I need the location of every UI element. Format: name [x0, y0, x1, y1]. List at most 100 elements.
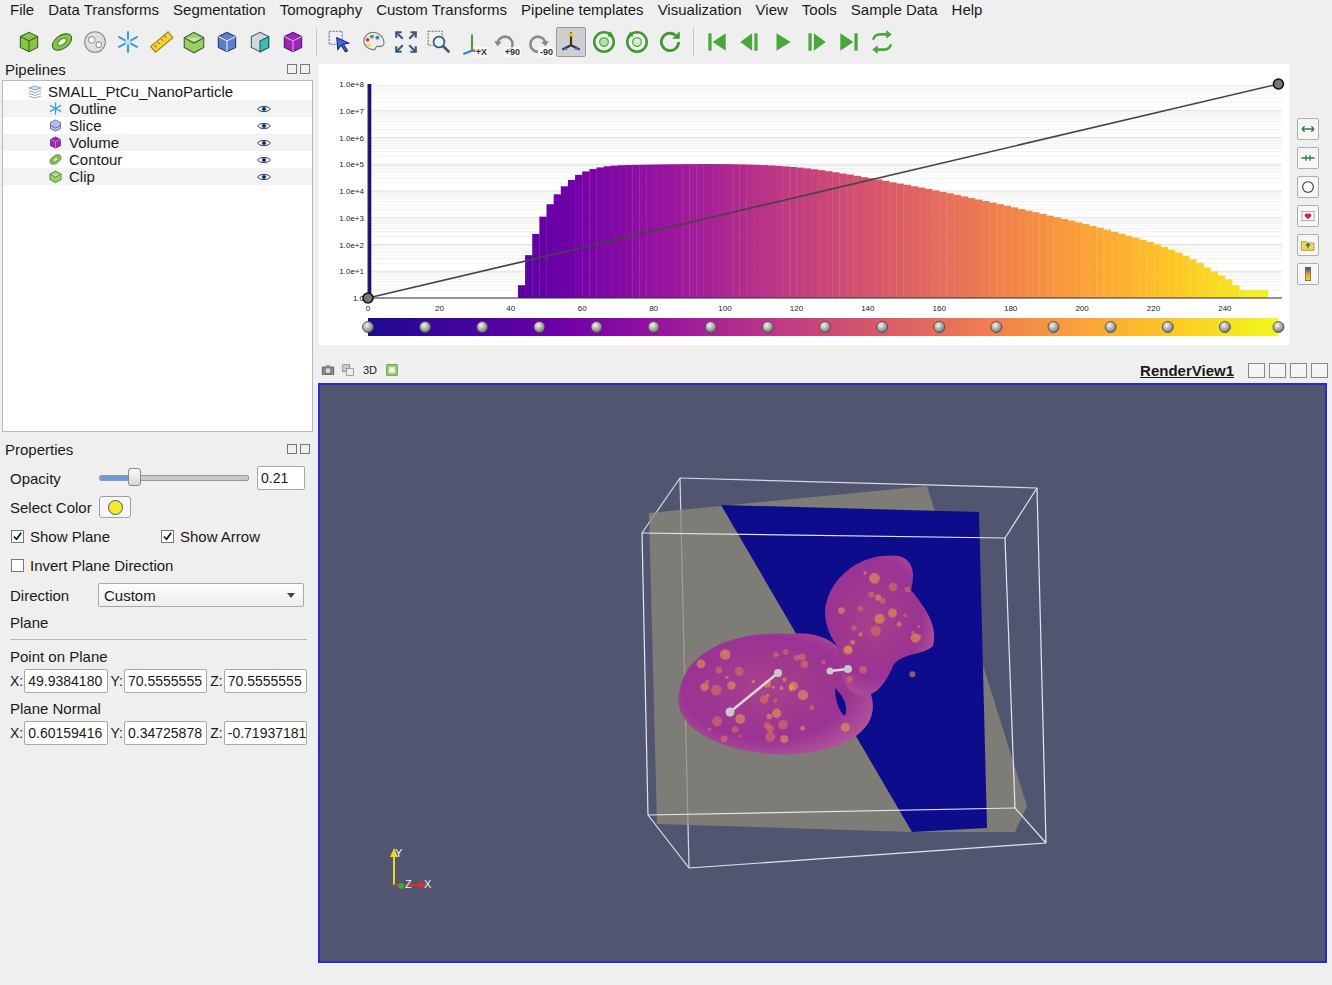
- checkbox-field[interactable]: Show Arrow: [161, 528, 260, 545]
- coordinate-input[interactable]: 0.60159416: [24, 721, 107, 745]
- maximize-button[interactable]: [1290, 363, 1307, 378]
- split-horizontal-button[interactable]: [1248, 363, 1265, 378]
- colormap-node[interactable]: [762, 322, 773, 333]
- histogram-svg[interactable]: 1.0e+81.0e+71.0e+61.0e+51.0e+41.0e+31.0e…: [319, 64, 1289, 345]
- colormap-node[interactable]: [820, 322, 831, 333]
- toolbar-button[interactable]: -90: [523, 27, 553, 57]
- slider-handle[interactable]: [128, 468, 141, 486]
- toolbar-button[interactable]: [801, 27, 831, 57]
- toolbar-button[interactable]: [212, 27, 242, 57]
- checkbox-field[interactable]: Show Plane: [11, 528, 161, 545]
- colormap-node[interactable]: [363, 322, 374, 333]
- colormap-node[interactable]: [648, 322, 659, 333]
- menu-item[interactable]: File: [3, 0, 41, 20]
- colormap-node[interactable]: [934, 322, 945, 333]
- colormap-bar[interactable]: [368, 318, 1278, 336]
- toolbar-button[interactable]: [146, 27, 176, 57]
- plane-arrow[interactable]: [726, 665, 853, 717]
- split-button[interactable]: [340, 362, 356, 378]
- color-button[interactable]: [99, 496, 131, 518]
- colormap-node[interactable]: [477, 322, 488, 333]
- opacity-function[interactable]: [368, 84, 1278, 298]
- menu-item[interactable]: Help: [945, 0, 990, 20]
- histogram-button[interactable]: [1297, 205, 1319, 227]
- toolbar-button[interactable]: [14, 27, 44, 57]
- visibility-toggle[interactable]: [256, 119, 272, 133]
- colormap-node[interactable]: [1162, 322, 1173, 333]
- direction-combobox[interactable]: Custom: [98, 583, 304, 607]
- visibility-toggle[interactable]: [256, 170, 272, 184]
- toolbar-button[interactable]: [80, 27, 110, 57]
- split-vertical-button[interactable]: [1269, 363, 1286, 378]
- render-view[interactable]: YZX: [318, 383, 1327, 963]
- coordinate-input[interactable]: 70.5555555: [224, 669, 307, 693]
- close-button[interactable]: [300, 444, 310, 454]
- coordinate-input[interactable]: 70.5555555: [124, 669, 207, 693]
- opacity-point[interactable]: [363, 293, 373, 303]
- toolbar-button[interactable]: [113, 27, 143, 57]
- colormap-node[interactable]: [420, 322, 431, 333]
- tree-row[interactable]: Slice: [3, 117, 312, 134]
- menu-item[interactable]: Segmentation: [166, 0, 273, 20]
- toolbar-button[interactable]: [179, 27, 209, 57]
- close-button[interactable]: [300, 64, 310, 74]
- toolbar-button[interactable]: [622, 27, 652, 57]
- menu-item[interactable]: View: [749, 0, 795, 20]
- checkbox[interactable]: [11, 559, 24, 572]
- toolbar-button[interactable]: [358, 27, 388, 57]
- toolbar-button[interactable]: [47, 27, 77, 57]
- histogram-button[interactable]: [1297, 118, 1319, 140]
- histogram-button[interactable]: [1297, 176, 1319, 198]
- menu-item[interactable]: Tools: [795, 0, 844, 20]
- colormap-node[interactable]: [534, 322, 545, 333]
- colormap-node[interactable]: [591, 322, 602, 333]
- checkbox[interactable]: [11, 530, 24, 543]
- menu-item[interactable]: Sample Data: [844, 0, 945, 20]
- menu-item[interactable]: Data Transforms: [41, 0, 166, 20]
- toolbar-button[interactable]: [834, 27, 864, 57]
- opacity-point[interactable]: [1273, 79, 1283, 89]
- tree-row[interactable]: SMALL_PtCu_NanoParticle: [3, 83, 312, 100]
- menu-item[interactable]: Visualization: [651, 0, 749, 20]
- scene[interactable]: YZX: [320, 385, 1325, 961]
- close-button[interactable]: [1311, 363, 1328, 378]
- tree-row[interactable]: Contour: [3, 151, 312, 168]
- toolbar-button[interactable]: +X: [457, 27, 487, 57]
- checkbox-field[interactable]: Invert Plane Direction: [11, 557, 173, 574]
- toolbar-button[interactable]: [245, 27, 275, 57]
- visibility-toggle[interactable]: [256, 153, 272, 167]
- coordinate-input[interactable]: 49.9384180: [24, 669, 107, 693]
- toolbar-button[interactable]: [735, 27, 765, 57]
- toolbar-button[interactable]: [391, 27, 421, 57]
- colormap-node[interactable]: [705, 322, 716, 333]
- histogram-button[interactable]: [1297, 147, 1319, 169]
- float-button[interactable]: [287, 444, 297, 454]
- visibility-toggle[interactable]: [256, 102, 272, 116]
- toolbar-button[interactable]: [867, 27, 897, 57]
- toolbar-button[interactable]: +90: [490, 27, 520, 57]
- toolbar-button[interactable]: [556, 27, 586, 57]
- toolbar-button[interactable]: [589, 27, 619, 57]
- checkbox[interactable]: [161, 530, 174, 543]
- tree-row[interactable]: Outline: [3, 100, 312, 117]
- toolbar-button[interactable]: [768, 27, 798, 57]
- options-button[interactable]: [384, 362, 400, 378]
- histogram-button[interactable]: [1297, 234, 1319, 256]
- toolbar-button[interactable]: [655, 27, 685, 57]
- colormap-node[interactable]: [877, 322, 888, 333]
- visibility-toggle[interactable]: [256, 136, 272, 150]
- camera-button[interactable]: [320, 362, 336, 378]
- view-mode-button[interactable]: 3D: [360, 362, 380, 378]
- histogram-button[interactable]: [1297, 263, 1319, 285]
- menu-item[interactable]: Tomography: [273, 0, 370, 20]
- colormap-node[interactable]: [1048, 322, 1059, 333]
- tree-row[interactable]: Volume: [3, 134, 312, 151]
- menu-item[interactable]: Pipeline templates: [514, 0, 651, 20]
- colormap-node[interactable]: [1105, 322, 1116, 333]
- float-button[interactable]: [287, 64, 297, 74]
- toolbar-button[interactable]: [702, 27, 732, 57]
- toolbar-button[interactable]: [325, 27, 355, 57]
- tree-row[interactable]: Clip: [3, 168, 312, 185]
- coordinate-input[interactable]: 0.34725878: [124, 721, 207, 745]
- toolbar-button[interactable]: [278, 27, 308, 57]
